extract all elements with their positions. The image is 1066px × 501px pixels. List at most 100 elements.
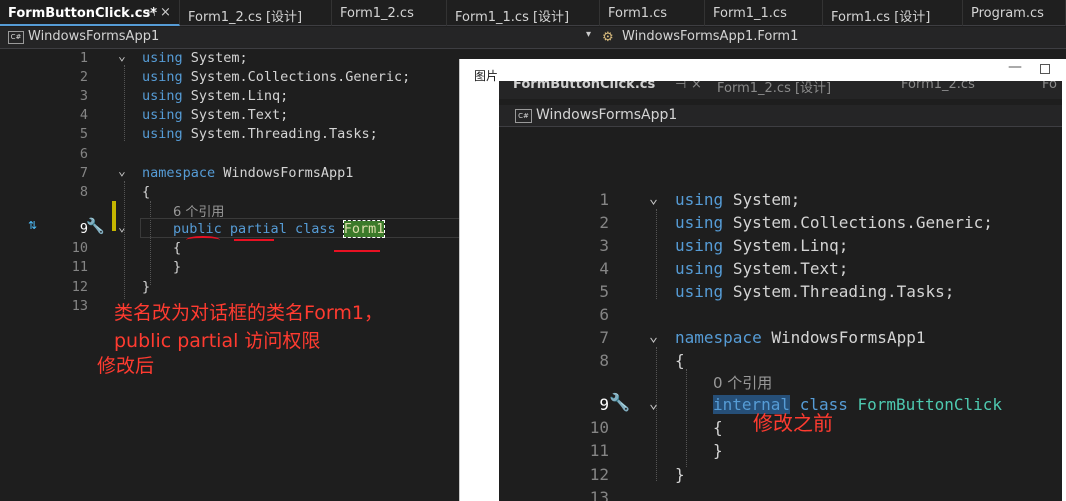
collapse-chevron-icon[interactable]: ⌄	[118, 49, 126, 64]
code-line: {	[142, 184, 150, 200]
namespace-name: WindowsFormsApp1	[223, 165, 354, 181]
tab-form1-2-designer[interactable]: Form1_2.cs [设计]	[180, 0, 332, 26]
line-number: 1	[599, 190, 609, 209]
tab-form1-designer[interactable]: Form1.cs [设计]	[823, 0, 963, 26]
keyword-using: using	[142, 126, 183, 142]
codelens-label: 6 个引用	[173, 205, 225, 220]
tab-program-cs[interactable]: Program.cs	[963, 0, 1066, 26]
tab-formbuttonclick-cs[interactable]: FormButtonClick.cs* ⊣ ×	[0, 0, 180, 26]
tab-label: Form1.cs [设计]	[831, 10, 931, 25]
line-number: 4	[599, 259, 609, 278]
screenshot-tab: Form1_2.cs	[901, 81, 975, 92]
brace: {	[142, 184, 151, 200]
quick-actions-screwdriver-icon[interactable]: 🔧	[86, 217, 105, 235]
line-number: 12	[71, 279, 88, 295]
line-number: 13	[589, 488, 609, 501]
chevron-down-icon[interactable]: ▾	[586, 29, 591, 40]
code-line: using System.Threading.Tasks;	[675, 282, 954, 301]
line-number: 5	[79, 126, 88, 142]
tab-label: Form1_2.cs	[340, 6, 414, 21]
annotation-text: public partial 访问权限	[114, 330, 321, 352]
using-target: System.Text;	[732, 259, 849, 278]
keyword-using: using	[675, 259, 724, 278]
code-line-class-declaration: public partial class Form1	[173, 220, 386, 238]
line-number: 13	[71, 298, 88, 314]
code-line: namespace WindowsFormsApp1	[142, 165, 353, 181]
line-number: 7	[599, 328, 609, 347]
pin-icon[interactable]: ⊣	[146, 6, 156, 19]
keyword-namespace: namespace	[675, 328, 762, 347]
line-number-current: 9	[599, 395, 609, 414]
class-icon: ⚙	[602, 30, 614, 45]
tab-label: FormButtonClick.cs*	[8, 6, 158, 21]
using-target: System;	[190, 50, 248, 66]
document-tab-strip: FormButtonClick.cs* ⊣ × Form1_2.cs [设计] …	[0, 0, 1066, 26]
indent-guide	[150, 201, 151, 285]
using-target: System.Text;	[190, 107, 289, 123]
line-number: 6	[599, 305, 609, 324]
tab-label: Form1_2.cs [设计]	[188, 10, 303, 25]
collapse-chevron-icon[interactable]: ⌄	[118, 164, 126, 179]
using-target: System.Linq;	[732, 236, 849, 255]
code-line: using System;	[675, 190, 800, 209]
class-dropdown[interactable]: ⚙ WindowsFormsApp1.Form1	[598, 29, 1058, 47]
tab-form1-cs[interactable]: Form1.cs	[600, 0, 705, 26]
brace: }	[142, 279, 151, 295]
viewer-title: 图片	[474, 69, 499, 83]
indent-guide	[124, 65, 125, 141]
csharp-project-icon: C#	[515, 109, 532, 123]
code-line: }	[142, 279, 150, 295]
line-number: 10	[589, 418, 609, 437]
line-number: 10	[71, 240, 88, 256]
class-name: WindowsFormsApp1.Form1	[622, 29, 799, 44]
code-line: }	[713, 441, 723, 460]
collapse-chevron-icon: ⌄	[649, 189, 659, 207]
indent-guide	[124, 181, 125, 299]
tab-form1-1-cs[interactable]: Form1_1.cs	[705, 0, 823, 26]
keyword-using: using	[142, 69, 183, 85]
annotation-text: 类名改为对话框的类名Form1，	[114, 302, 383, 324]
using-target: System.Threading.Tasks;	[732, 282, 955, 301]
screenshot-nav-bar: C# WindowsFormsApp1	[499, 105, 1062, 127]
annotation-text: 修改后	[97, 355, 155, 377]
class-name-form1: Form1	[342, 220, 386, 238]
keyword-using: using	[675, 190, 724, 209]
line-number: 8	[79, 184, 88, 200]
reference-count-hint: 0 个引用	[713, 372, 772, 393]
line-number: 11	[589, 441, 609, 460]
keyword-using: using	[675, 282, 724, 301]
project-dropdown[interactable]: C# WindowsFormsApp1	[4, 29, 594, 47]
screenshot-tab-close-icon: ×	[691, 81, 702, 92]
line-number: 12	[589, 465, 609, 484]
code-line: namespace WindowsFormsApp1	[675, 328, 925, 347]
code-line: using System.Collections.Generic;	[675, 213, 993, 232]
tab-label: Form1.cs	[608, 6, 668, 21]
code-line: using System.Linq;	[142, 88, 288, 104]
reference-count-hint[interactable]: 6 个引用	[173, 201, 224, 220]
line-number: 4	[79, 107, 88, 123]
code-line: using System.Linq;	[675, 236, 848, 255]
close-icon[interactable]: ×	[160, 5, 171, 20]
keyword-using: using	[142, 88, 183, 104]
screenshot-tab: Fo	[1042, 81, 1057, 92]
keyword-using: using	[675, 213, 724, 232]
navigate-references-icon[interactable]: ⇅	[28, 219, 37, 232]
tab-form1-2-cs[interactable]: Form1_2.cs	[332, 0, 447, 26]
line-number: 1	[79, 50, 88, 66]
keyword-using: using	[675, 236, 724, 255]
screenshot-project-name: WindowsFormsApp1	[536, 107, 678, 123]
tab-form1-1-designer[interactable]: Form1_1.cs [设计]	[447, 0, 600, 26]
using-target: System.Linq;	[190, 88, 289, 104]
csharp-project-icon: C#	[8, 31, 24, 44]
tab-label: Form1_1.cs	[713, 6, 787, 21]
line-number: 5	[599, 282, 609, 301]
maximize-button[interactable]	[1040, 64, 1050, 74]
minimize-button[interactable]: —	[1008, 59, 1022, 75]
line-number: 11	[71, 259, 88, 275]
code-line: using System.Threading.Tasks;	[142, 126, 378, 142]
image-viewer-window[interactable]: 图片 — FormButtonClick.cs ⊣ × Form1_2.cs […	[459, 59, 1066, 501]
screenshot-tab-pin-icon: ⊣	[675, 81, 687, 92]
class-name-formbuttonclick: FormButtonClick	[857, 395, 1003, 414]
using-target: System.Collections.Generic;	[190, 69, 411, 85]
tab-label: Form1_1.cs [设计]	[455, 10, 570, 25]
